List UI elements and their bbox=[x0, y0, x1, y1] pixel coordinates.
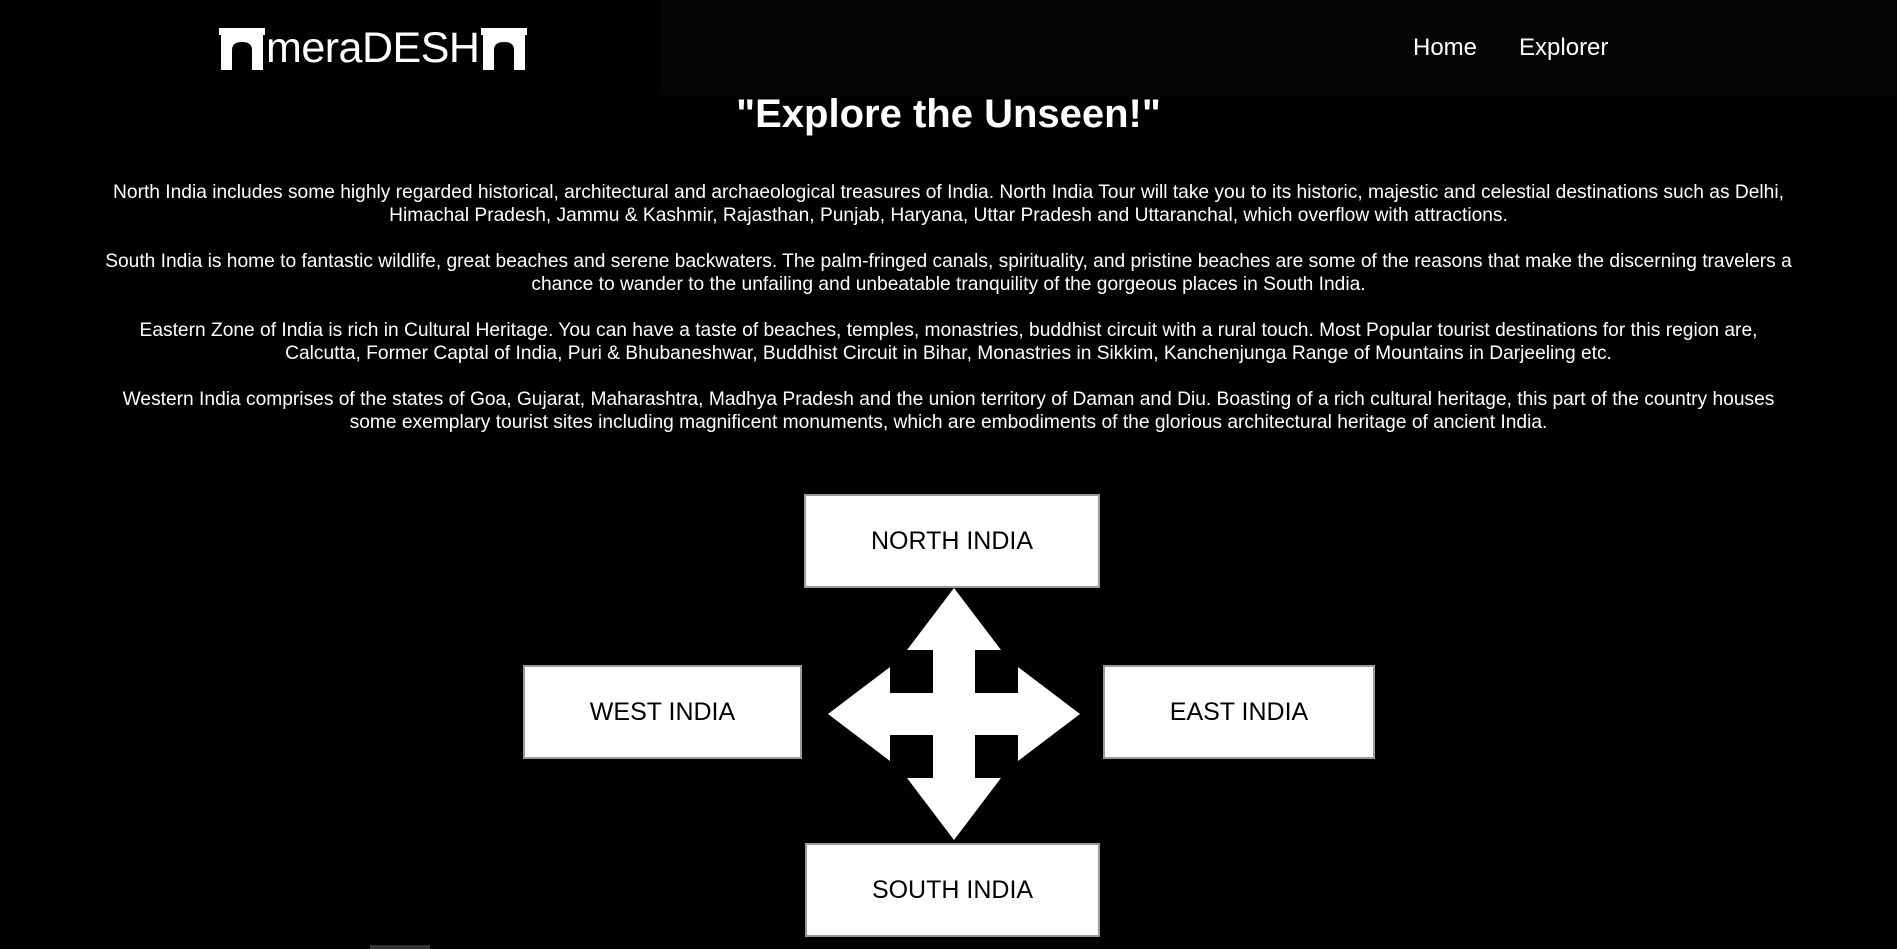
north-india-label: NORTH INDIA bbox=[870, 526, 1034, 555]
gateway-arch-icon bbox=[219, 28, 265, 70]
gateway-arch-icon bbox=[481, 28, 528, 70]
south-india-button[interactable]: SOUTH INDIA bbox=[805, 843, 1100, 937]
four-way-arrow-icon bbox=[828, 588, 1080, 840]
east-india-description: Eastern Zone of India is rich in Cultura… bbox=[139, 320, 1758, 364]
west-india-label: WEST INDIA bbox=[589, 697, 736, 726]
region-descriptions: North India includes some highly regarde… bbox=[100, 181, 1797, 457]
nav-home-link[interactable]: Home bbox=[1413, 34, 1477, 62]
main-nav: Home Explorer bbox=[1413, 34, 1608, 62]
east-india-button[interactable]: EAST INDIA bbox=[1103, 665, 1375, 759]
north-india-button[interactable]: NORTH INDIA bbox=[804, 494, 1100, 588]
navbar-background bbox=[660, 0, 1897, 95]
north-india-description: North India includes some highly regarde… bbox=[113, 182, 1784, 226]
logo-text: meraDESH bbox=[266, 24, 480, 72]
page: meraDESH Home Explorer "Explore the Unse… bbox=[0, 0, 1897, 949]
south-india-description: South India is home to fantastic wildlif… bbox=[105, 251, 1792, 295]
scroll-indicator bbox=[370, 945, 430, 949]
west-india-button[interactable]: WEST INDIA bbox=[523, 665, 802, 759]
nav-explorer-link[interactable]: Explorer bbox=[1519, 34, 1608, 62]
south-india-label: SOUTH INDIA bbox=[871, 875, 1034, 904]
west-india-description: Western India comprises of the states of… bbox=[122, 389, 1775, 433]
site-logo[interactable]: meraDESH bbox=[219, 24, 528, 72]
east-india-label: EAST INDIA bbox=[1169, 697, 1309, 726]
page-headline: "Explore the Unseen!" bbox=[736, 92, 1161, 136]
